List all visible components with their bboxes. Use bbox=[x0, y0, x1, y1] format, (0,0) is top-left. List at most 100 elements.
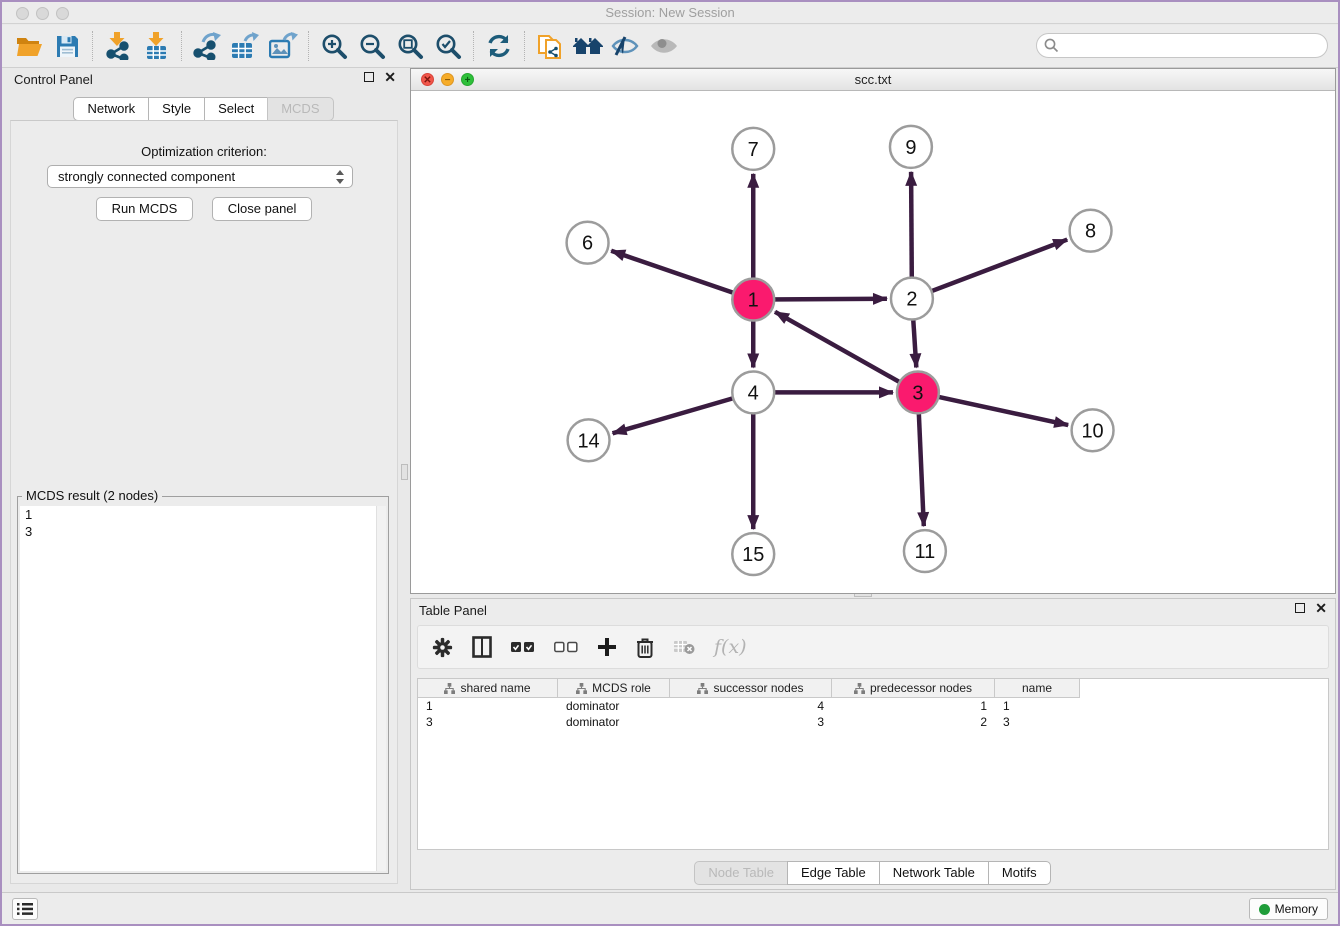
add-row-icon[interactable] bbox=[597, 637, 617, 657]
column-header-successor-nodes[interactable]: successor nodes bbox=[670, 679, 832, 698]
tab-mcds[interactable]: MCDS bbox=[267, 97, 333, 121]
network-window-titlebar[interactable]: ✕ − + scc.txt bbox=[411, 69, 1335, 91]
cell-mcds-role[interactable]: dominator bbox=[558, 714, 670, 730]
table-panel-float-icon[interactable] bbox=[1295, 603, 1305, 613]
column-header-name[interactable]: name bbox=[995, 679, 1080, 698]
graph-node-14[interactable]: 14 bbox=[568, 419, 610, 461]
attribute-icon bbox=[444, 683, 455, 694]
table-panel-close-icon[interactable]: ✕ bbox=[1315, 603, 1327, 613]
svg-text:14: 14 bbox=[577, 430, 599, 452]
tab-edge-table[interactable]: Edge Table bbox=[787, 861, 880, 885]
attribute-icon bbox=[576, 683, 587, 694]
tab-motifs[interactable]: Motifs bbox=[988, 861, 1051, 885]
import-table-icon[interactable] bbox=[137, 29, 175, 63]
graph-node-15[interactable]: 15 bbox=[732, 533, 774, 575]
deselect-all-checkboxes-icon[interactable] bbox=[554, 641, 578, 653]
tab-style[interactable]: Style bbox=[148, 97, 205, 121]
graph-node-11[interactable]: 11 bbox=[904, 530, 946, 572]
home-networks-icon[interactable] bbox=[569, 29, 607, 63]
select-all-checkboxes-icon[interactable] bbox=[511, 641, 535, 653]
export-table-icon[interactable] bbox=[226, 29, 264, 63]
cell-shared-name[interactable]: 3 bbox=[418, 714, 558, 730]
graph-node-9[interactable]: 9 bbox=[890, 126, 932, 168]
delete-table-icon[interactable] bbox=[673, 639, 695, 655]
result-scrollbar[interactable] bbox=[376, 506, 386, 871]
status-bar: Memory bbox=[2, 892, 1338, 924]
search-input[interactable] bbox=[1036, 33, 1328, 58]
cell-predecessor-nodes[interactable]: 2 bbox=[832, 714, 995, 730]
svg-text:9: 9 bbox=[905, 137, 916, 159]
table-row[interactable]: 1 dominator 4 1 1 bbox=[418, 698, 1328, 714]
settings-gear-icon[interactable] bbox=[432, 637, 453, 658]
save-session-icon[interactable] bbox=[48, 29, 86, 63]
toolbar-separator bbox=[524, 31, 525, 61]
memory-status-icon bbox=[1259, 904, 1270, 915]
function-builder-icon[interactable]: f(x) bbox=[714, 636, 747, 658]
control-panel-tabs: NetworkStyleSelectMCDS bbox=[8, 97, 400, 121]
export-image-icon[interactable] bbox=[264, 29, 302, 63]
mcds-result-list[interactable]: 1 3 bbox=[20, 506, 386, 871]
svg-text:10: 10 bbox=[1081, 420, 1103, 442]
search-icon bbox=[1044, 38, 1059, 53]
criterion-select[interactable]: strongly connected component bbox=[47, 165, 353, 188]
window-title: Session: New Session bbox=[2, 5, 1338, 20]
cell-successor-nodes[interactable]: 4 bbox=[670, 698, 832, 714]
control-panel-float-icon[interactable] bbox=[364, 72, 374, 82]
tab-node-table[interactable]: Node Table bbox=[694, 861, 788, 885]
attribute-icon bbox=[697, 683, 708, 694]
show-graphics-details-icon[interactable] bbox=[645, 29, 683, 63]
task-history-button[interactable] bbox=[12, 898, 38, 920]
search-box bbox=[1036, 33, 1328, 58]
control-panel: Control Panel ✕ NetworkStyleSelectMCDS O… bbox=[8, 70, 400, 886]
memory-button[interactable]: Memory bbox=[1249, 898, 1328, 920]
table-row[interactable]: 3 dominator 3 2 3 bbox=[418, 714, 1328, 730]
delete-rows-icon[interactable] bbox=[636, 637, 654, 658]
cell-mcds-role[interactable]: dominator bbox=[558, 698, 670, 714]
network-canvas[interactable]: 7 9 6 8 1 2 4 3 14 10 15 11 bbox=[411, 91, 1335, 593]
column-header-predecessor-nodes[interactable]: predecessor nodes bbox=[832, 679, 995, 698]
run-mcds-button[interactable]: Run MCDS bbox=[96, 197, 194, 221]
graph-node-7[interactable]: 7 bbox=[732, 128, 774, 170]
graph-node-3[interactable]: 3 bbox=[897, 371, 939, 413]
cell-predecessor-nodes[interactable]: 1 bbox=[832, 698, 995, 714]
attribute-icon bbox=[854, 683, 865, 694]
graph-node-2[interactable]: 2 bbox=[891, 278, 933, 320]
control-panel-close-icon[interactable]: ✕ bbox=[384, 72, 396, 82]
mcds-result-title: MCDS result (2 nodes) bbox=[22, 488, 162, 503]
node-table[interactable]: shared name MCDS role successor nodes pr… bbox=[417, 678, 1329, 850]
zoom-fit-icon[interactable] bbox=[391, 29, 429, 63]
tab-select[interactable]: Select bbox=[204, 97, 268, 121]
cell-name[interactable]: 1 bbox=[995, 698, 1080, 714]
close-panel-button[interactable]: Close panel bbox=[212, 197, 313, 221]
zoom-in-icon[interactable] bbox=[315, 29, 353, 63]
graph-node-10[interactable]: 10 bbox=[1072, 409, 1114, 451]
zoom-out-icon[interactable] bbox=[353, 29, 391, 63]
task-list-icon bbox=[17, 902, 33, 916]
table-toolbar: f(x) bbox=[417, 625, 1329, 669]
toolbar-separator bbox=[473, 31, 474, 61]
tab-network[interactable]: Network bbox=[73, 97, 149, 121]
cell-name[interactable]: 3 bbox=[995, 714, 1080, 730]
graph-node-1[interactable]: 1 bbox=[732, 279, 774, 321]
column-header-shared-name[interactable]: shared name bbox=[418, 679, 558, 698]
graph-edge-3-10[interactable] bbox=[918, 392, 1068, 425]
import-network-icon[interactable] bbox=[99, 29, 137, 63]
graph-edge-1-6[interactable] bbox=[611, 251, 753, 300]
vertical-splitter-handle[interactable] bbox=[401, 464, 408, 480]
cell-successor-nodes[interactable]: 3 bbox=[670, 714, 832, 730]
graph-node-4[interactable]: 4 bbox=[732, 371, 774, 413]
toggle-columns-icon[interactable] bbox=[472, 636, 492, 658]
graph-edge-3-1[interactable] bbox=[775, 312, 918, 393]
column-header-mcds-role[interactable]: MCDS role bbox=[558, 679, 670, 698]
cell-shared-name[interactable]: 1 bbox=[418, 698, 558, 714]
export-network-icon[interactable] bbox=[188, 29, 226, 63]
tab-network-table[interactable]: Network Table bbox=[879, 861, 989, 885]
zoom-selected-icon[interactable] bbox=[429, 29, 467, 63]
refresh-network-icon[interactable] bbox=[480, 29, 518, 63]
graph-node-8[interactable]: 8 bbox=[1070, 210, 1112, 252]
open-session-icon[interactable] bbox=[10, 29, 48, 63]
graph-edge-2-8[interactable] bbox=[912, 240, 1067, 299]
graph-node-6[interactable]: 6 bbox=[567, 222, 609, 264]
duplicate-network-icon[interactable] bbox=[531, 29, 569, 63]
hide-graphics-details-icon[interactable] bbox=[607, 29, 645, 63]
